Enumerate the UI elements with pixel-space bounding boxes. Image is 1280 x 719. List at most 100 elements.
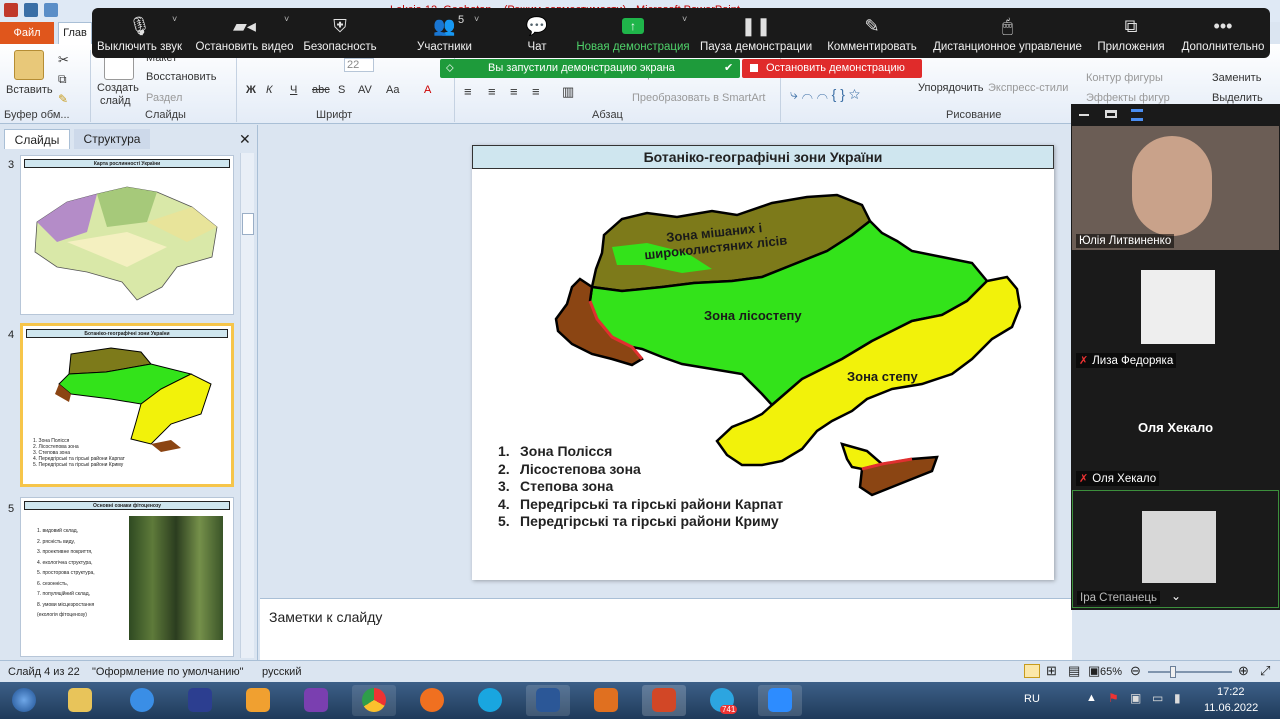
section-button[interactable]: Раздел: [146, 92, 182, 104]
taskbar-save[interactable]: [178, 685, 222, 716]
new-slide-button-line2[interactable]: слайд: [100, 95, 131, 107]
zoom-slider[interactable]: [1148, 666, 1232, 678]
apps-button[interactable]: ⧉ Приложения: [1092, 8, 1170, 58]
start-button[interactable]: [2, 685, 44, 716]
shape-effects-button[interactable]: Эффекты фигур: [1086, 92, 1170, 104]
slide-thumbnail-4[interactable]: Ботаніко-географічні зони України 1. Зон…: [20, 323, 234, 487]
columns-icon[interactable]: ▥: [562, 84, 574, 100]
mute-button[interactable]: 🎙 ˅ Выключить звук: [92, 8, 187, 58]
normal-view-icon[interactable]: [1024, 664, 1040, 678]
tab-outline[interactable]: Структура: [74, 129, 150, 149]
paste-icon[interactable]: [14, 50, 44, 80]
align-right-icon[interactable]: ≡: [510, 84, 518, 99]
tray-monitor-icon[interactable]: ▭: [1152, 691, 1163, 705]
slide-thumbnail-5[interactable]: Основні ознаки фітоценозу 1. видовий скл…: [20, 497, 234, 657]
font-size-select[interactable]: 22: [344, 58, 375, 72]
participant-tile[interactable]: Іра Степанець ⌄: [1072, 490, 1279, 608]
taskbar-onenote[interactable]: [294, 685, 338, 716]
arrange-button[interactable]: Упорядочить: [918, 82, 983, 94]
minimize-icon[interactable]: [1079, 114, 1089, 116]
smartart-button[interactable]: Преобразовать в SmartArt: [632, 92, 765, 104]
taskbar-firefox[interactable]: [410, 685, 454, 716]
zone-list[interactable]: 1. Зона Полісся 2. Лісостепова зона 3. Степ…: [498, 443, 783, 531]
clock-date[interactable]: 11.06.2022: [1204, 702, 1258, 714]
layout-icon[interactable]: [1131, 109, 1143, 121]
tray-app-icon[interactable]: ▣: [1130, 691, 1141, 705]
chevron-down-icon[interactable]: ⌄: [1171, 589, 1181, 603]
sorter-view-icon[interactable]: ⊞: [1046, 663, 1057, 679]
annotate-button[interactable]: ✎ Комментировать: [822, 8, 922, 58]
taskbar-media[interactable]: [236, 685, 280, 716]
input-language[interactable]: RU: [1024, 693, 1040, 705]
stop-share-button[interactable]: Остановить демонстрацию: [742, 59, 922, 78]
zoom-level[interactable]: 65%: [1100, 666, 1122, 678]
pause-share-button[interactable]: ❚❚ Пауза демонстрации: [700, 8, 812, 58]
align-center-icon[interactable]: ≡: [488, 84, 496, 99]
replace-button[interactable]: Заменить: [1212, 72, 1261, 84]
new-share-button[interactable]: ↑ ˅ Новая демонстрация: [574, 8, 692, 58]
file-tab[interactable]: Файл: [0, 22, 54, 44]
case-button[interactable]: Aa: [386, 84, 399, 96]
undo-icon[interactable]: [44, 3, 58, 17]
participant-tile[interactable]: ✗ Лиза Федоряка: [1072, 252, 1279, 370]
notes-placeholder[interactable]: Заметки к слайду: [269, 609, 382, 625]
slideshow-view-icon[interactable]: ▣: [1088, 663, 1100, 679]
zoom-in-icon[interactable]: ⊕: [1238, 663, 1249, 679]
slide-thumbnail-3[interactable]: Карта рослинності України: [20, 155, 234, 315]
language-indicator[interactable]: русский: [262, 666, 301, 678]
participants-button[interactable]: 👥 5 ˅ Участники: [402, 8, 487, 58]
notes-pane[interactable]: Заметки к слайду: [260, 598, 1072, 660]
strike-button[interactable]: abc: [312, 84, 330, 96]
new-slide-button[interactable]: Создать: [97, 82, 139, 94]
reset-button[interactable]: Восстановить: [146, 71, 216, 83]
window-icon[interactable]: [1105, 110, 1117, 118]
paste-button[interactable]: Вставить: [6, 84, 53, 96]
taskbar-explorer[interactable]: [58, 685, 102, 716]
align-left-icon[interactable]: ≡: [464, 84, 472, 99]
format-painter-icon[interactable]: ✎: [58, 92, 68, 106]
justify-icon[interactable]: ≡: [532, 84, 540, 99]
slide-title[interactable]: Ботаніко-географічні зони України: [472, 145, 1054, 169]
zoom-out-icon[interactable]: ⊖: [1130, 663, 1141, 679]
zoom-slider-thumb[interactable]: [1170, 666, 1176, 678]
chat-button[interactable]: 💬 Чат: [512, 8, 562, 58]
tray-chevron-icon[interactable]: ▲: [1086, 692, 1097, 704]
shape-outline-button[interactable]: Контур фигуры: [1086, 72, 1163, 84]
taskbar-telegram[interactable]: 741: [700, 685, 744, 716]
bold-button[interactable]: Ж: [246, 84, 256, 96]
quick-styles-button[interactable]: Экспресс-стили: [988, 82, 1068, 94]
home-tab[interactable]: Глав: [58, 22, 92, 44]
theme-name[interactable]: "Оформление по умолчанию": [92, 666, 244, 678]
shape-gallery[interactable]: ⤷ ⌒ ⌒ { } ☆: [790, 86, 860, 103]
stop-video-button[interactable]: ▰◂ ˅ Остановить видео: [192, 8, 297, 58]
more-button[interactable]: ••• Дополнительно: [1178, 8, 1268, 58]
reading-view-icon[interactable]: ▤: [1068, 663, 1080, 679]
spacing-button[interactable]: AV: [358, 84, 372, 96]
taskbar-skype[interactable]: [468, 685, 512, 716]
taskbar-powerpoint[interactable]: [642, 685, 686, 716]
save-icon[interactable]: [24, 3, 38, 17]
clock-time[interactable]: 17:22: [1217, 686, 1245, 698]
select-button[interactable]: Выделить: [1212, 92, 1263, 104]
italic-button[interactable]: К: [266, 84, 272, 96]
tray-flag-icon[interactable]: ⚑: [1108, 691, 1119, 705]
taskbar-word[interactable]: [526, 685, 570, 716]
network-icon[interactable]: ▮: [1174, 691, 1181, 705]
taskbar-chrome[interactable]: [352, 685, 396, 716]
taskbar-ie[interactable]: [120, 685, 164, 716]
scroll-thumb[interactable]: [242, 213, 254, 235]
taskbar-pdf[interactable]: [584, 685, 628, 716]
underline-button[interactable]: Ч: [290, 84, 297, 96]
taskbar-zoom[interactable]: [758, 685, 802, 716]
security-button[interactable]: ⛨ Безопасность: [300, 8, 380, 58]
copy-icon[interactable]: ⧉: [58, 72, 67, 87]
shadow-button[interactable]: S: [338, 84, 345, 96]
font-color-button[interactable]: A: [424, 84, 431, 96]
slides-scrollbar[interactable]: [240, 153, 254, 658]
current-slide[interactable]: Ботаніко-географічні зони України Зона л…: [472, 145, 1054, 580]
remote-control-button[interactable]: 🖱 Дистанционное управление: [930, 8, 1085, 58]
cut-icon[interactable]: ✂: [58, 52, 69, 68]
close-pane-icon[interactable]: ✕: [239, 131, 251, 148]
tab-slides[interactable]: Слайды: [4, 129, 70, 149]
participant-tile[interactable]: Юлія Литвиненко: [1072, 126, 1279, 250]
